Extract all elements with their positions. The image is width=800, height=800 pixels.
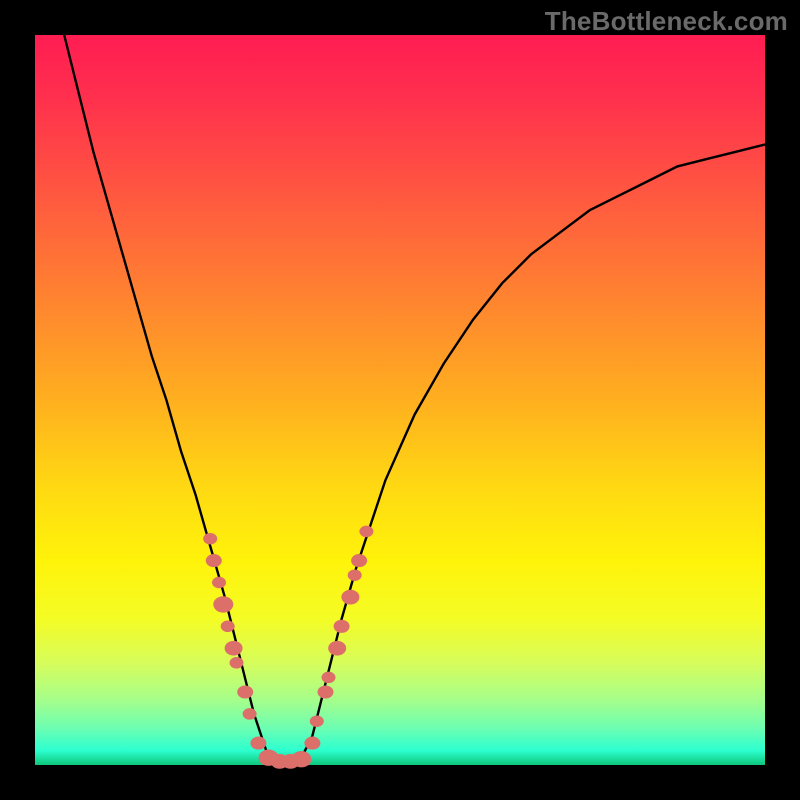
- chart-svg: [35, 35, 765, 765]
- sample-points-group: [203, 526, 373, 769]
- sample-point: [203, 533, 217, 544]
- sample-point: [348, 569, 362, 580]
- sample-point: [304, 737, 320, 750]
- sample-point: [213, 596, 233, 612]
- sample-point: [212, 577, 226, 588]
- sample-point: [225, 641, 243, 656]
- sample-point: [221, 621, 235, 632]
- bottleneck-curve: [64, 35, 765, 765]
- sample-point: [341, 590, 359, 605]
- sample-point: [318, 685, 334, 698]
- sample-point: [243, 708, 257, 719]
- sample-point: [237, 685, 253, 698]
- sample-point: [328, 641, 346, 656]
- sample-point: [230, 657, 244, 668]
- chart-stage: TheBottleneck.com: [0, 0, 800, 800]
- sample-point: [310, 715, 324, 726]
- sample-point: [291, 751, 311, 767]
- watermark-text: TheBottleneck.com: [545, 6, 788, 37]
- sample-point: [351, 554, 367, 567]
- sample-point: [206, 554, 222, 567]
- sample-point: [334, 620, 350, 633]
- plot-area: [35, 35, 765, 765]
- sample-point: [359, 526, 373, 537]
- sample-point: [250, 737, 266, 750]
- sample-point: [322, 672, 336, 683]
